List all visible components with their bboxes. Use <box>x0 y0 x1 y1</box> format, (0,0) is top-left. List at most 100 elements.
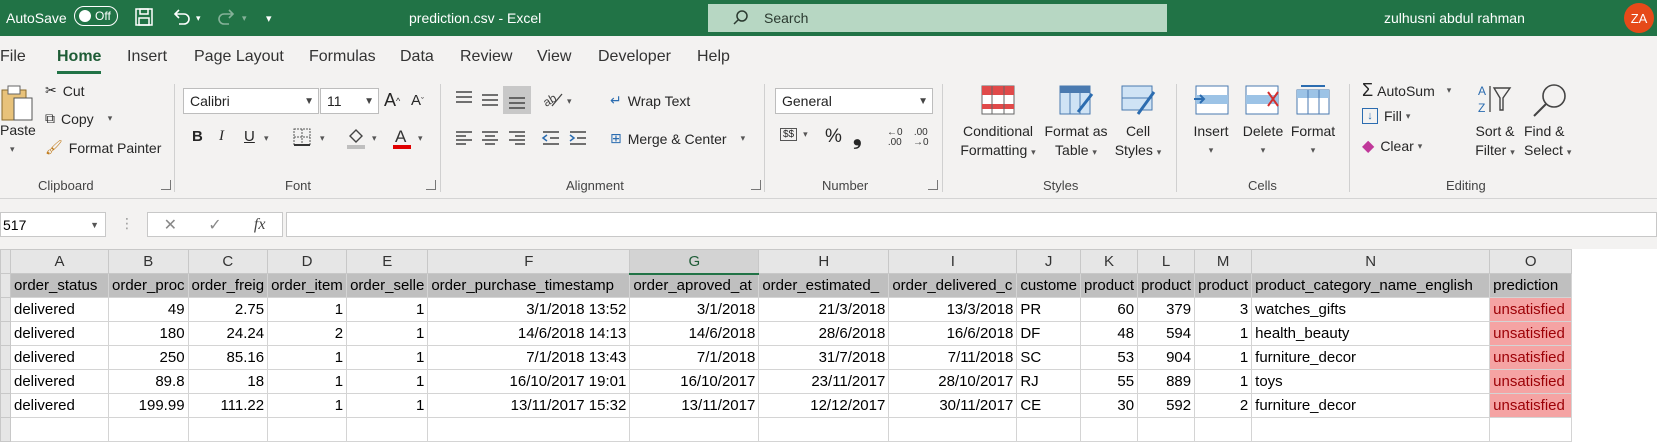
tab-home[interactable]: Home <box>57 36 102 78</box>
header-cell[interactable]: order_proc <box>108 273 189 298</box>
table-cell[interactable]: toys <box>1251 369 1491 394</box>
table-cell[interactable]: 24.24 <box>187 321 269 346</box>
tab-developer[interactable]: Developer <box>598 36 671 78</box>
table-cell[interactable]: watches_gifts <box>1251 297 1491 322</box>
align-bottom-icon[interactable] <box>503 86 531 114</box>
paste-button[interactable]: Paste <box>0 122 36 138</box>
save-icon[interactable] <box>134 7 154 32</box>
comma-style-button[interactable]: ❟ <box>853 124 862 150</box>
decrease-font-icon[interactable]: Aˇ <box>411 92 424 109</box>
redo-icon[interactable] <box>216 6 238 33</box>
column-header-k[interactable]: K <box>1080 249 1139 274</box>
font-color-icon[interactable]: A <box>391 125 413 156</box>
sort-filter-button[interactable]: Sort & Filter ▾ <box>1470 122 1520 162</box>
table-cell[interactable]: 18 <box>187 369 269 394</box>
align-top-icon[interactable] <box>454 90 474 111</box>
autosum-button[interactable]: Σ AutoSum ▾ <box>1362 80 1451 101</box>
formula-input[interactable] <box>286 212 1657 237</box>
table-cell[interactable]: 379 <box>1137 297 1196 322</box>
table-cell[interactable]: 13/11/2017 <box>629 393 760 418</box>
column-header-c[interactable]: C <box>187 249 269 274</box>
table-cell[interactable] <box>1194 417 1253 442</box>
alignment-launcher-icon[interactable] <box>751 180 761 190</box>
table-cell[interactable]: 2.75 <box>187 297 269 322</box>
header-cell[interactable]: order_status <box>10 273 109 298</box>
table-cell[interactable] <box>1137 417 1196 442</box>
table-cell[interactable]: 1 <box>267 369 348 394</box>
increase-indent-icon[interactable] <box>568 130 588 151</box>
table-cell[interactable]: 1 <box>1194 321 1253 346</box>
cell-styles-button[interactable]: Cell Styles ▾ <box>1110 122 1166 162</box>
tab-help[interactable]: Help <box>697 36 730 78</box>
table-cell[interactable] <box>267 417 348 442</box>
tab-file[interactable]: File <box>0 36 26 78</box>
row-number[interactable] <box>0 321 11 346</box>
fill-color-dropdown-icon[interactable]: ▾ <box>372 133 377 144</box>
select-all-corner[interactable] <box>0 249 11 274</box>
table-cell[interactable]: delivered <box>10 345 109 370</box>
table-cell[interactable]: 49 <box>108 297 189 322</box>
prediction-cell[interactable]: unsatisfied <box>1489 393 1573 418</box>
tab-view[interactable]: View <box>537 36 571 78</box>
header-cell[interactable]: order_item <box>267 273 348 298</box>
header-cell[interactable]: order_estimated_ <box>758 273 890 298</box>
percent-style-button[interactable]: % <box>825 126 842 148</box>
cut-button[interactable]: ✂ Cut <box>45 82 85 99</box>
table-cell[interactable]: 53 <box>1080 345 1139 370</box>
increase-decimal-icon[interactable]: ←0.00 <box>887 128 903 148</box>
font-color-dropdown-icon[interactable]: ▾ <box>418 133 423 144</box>
table-cell[interactable] <box>629 417 760 442</box>
column-header-e[interactable]: E <box>346 249 429 274</box>
column-header-h[interactable]: H <box>758 249 890 274</box>
column-header-l[interactable]: L <box>1137 249 1196 274</box>
avatar[interactable]: ZA <box>1624 3 1654 33</box>
row-number[interactable] <box>0 273 11 298</box>
table-cell[interactable]: 1 <box>1194 369 1253 394</box>
header-cell[interactable]: product <box>1194 273 1253 298</box>
clear-button[interactable]: ◆ Clear ▾ <box>1362 136 1422 156</box>
header-cell[interactable]: product <box>1080 273 1139 298</box>
align-middle-icon[interactable] <box>480 90 500 113</box>
paste-dropdown-icon[interactable]: ▾ <box>10 144 15 155</box>
column-header-m[interactable]: M <box>1194 249 1253 274</box>
table-cell[interactable]: CE <box>1016 393 1082 418</box>
bold-button[interactable]: B <box>192 128 203 145</box>
format-cells-button[interactable]: Format ▾ <box>1287 122 1339 160</box>
table-cell[interactable] <box>1080 417 1139 442</box>
customize-toolbar-icon[interactable]: ▾ <box>266 0 272 36</box>
prediction-cell[interactable]: unsatisfied <box>1489 345 1573 370</box>
insert-function-button[interactable]: fx <box>237 216 282 234</box>
table-cell[interactable]: 1 <box>267 345 348 370</box>
table-cell[interactable]: delivered <box>10 393 109 418</box>
table-cell[interactable]: 111.22 <box>187 393 269 418</box>
table-cell[interactable]: RJ <box>1016 369 1082 394</box>
format-painter-button[interactable]: 🖌 Format Painter <box>45 139 161 156</box>
table-cell[interactable]: 48 <box>1080 321 1139 346</box>
table-cell[interactable] <box>1251 417 1491 442</box>
table-cell[interactable]: 250 <box>108 345 189 370</box>
italic-button[interactable]: I <box>219 128 224 145</box>
user-name[interactable]: zulhusni abdul rahman <box>1384 0 1525 36</box>
table-cell[interactable]: 28/10/2017 <box>888 369 1018 394</box>
header-cell[interactable]: order_delivered_c <box>888 273 1018 298</box>
fill-button[interactable]: ↓ Fill ▾ <box>1362 108 1410 124</box>
prediction-cell[interactable]: unsatisfied <box>1489 297 1573 322</box>
table-cell[interactable]: 16/10/2017 <box>629 369 760 394</box>
table-cell[interactable]: furniture_decor <box>1251 393 1491 418</box>
table-cell[interactable]: 21/3/2018 <box>758 297 890 322</box>
table-cell[interactable]: 1 <box>346 393 429 418</box>
accounting-format-icon[interactable]: $$ ▾ <box>780 128 808 141</box>
increase-font-icon[interactable]: A ^ <box>384 90 400 111</box>
prediction-cell[interactable]: unsatisfied <box>1489 321 1573 346</box>
cancel-icon[interactable]: ✕ <box>148 215 193 235</box>
row-number[interactable] <box>0 417 11 442</box>
merge-center-button[interactable]: ⊞ Merge & Center ▾ <box>610 130 745 147</box>
column-header-d[interactable]: D <box>267 249 348 274</box>
orientation-icon[interactable]: ab <box>540 90 564 113</box>
number-launcher-icon[interactable] <box>928 180 938 190</box>
align-right-icon[interactable] <box>507 130 527 151</box>
table-cell[interactable]: 1 <box>346 321 429 346</box>
table-cell[interactable]: 23/11/2017 <box>758 369 890 394</box>
undo-dropdown-icon[interactable]: ▾ <box>196 0 201 36</box>
table-cell[interactable]: 199.99 <box>108 393 189 418</box>
